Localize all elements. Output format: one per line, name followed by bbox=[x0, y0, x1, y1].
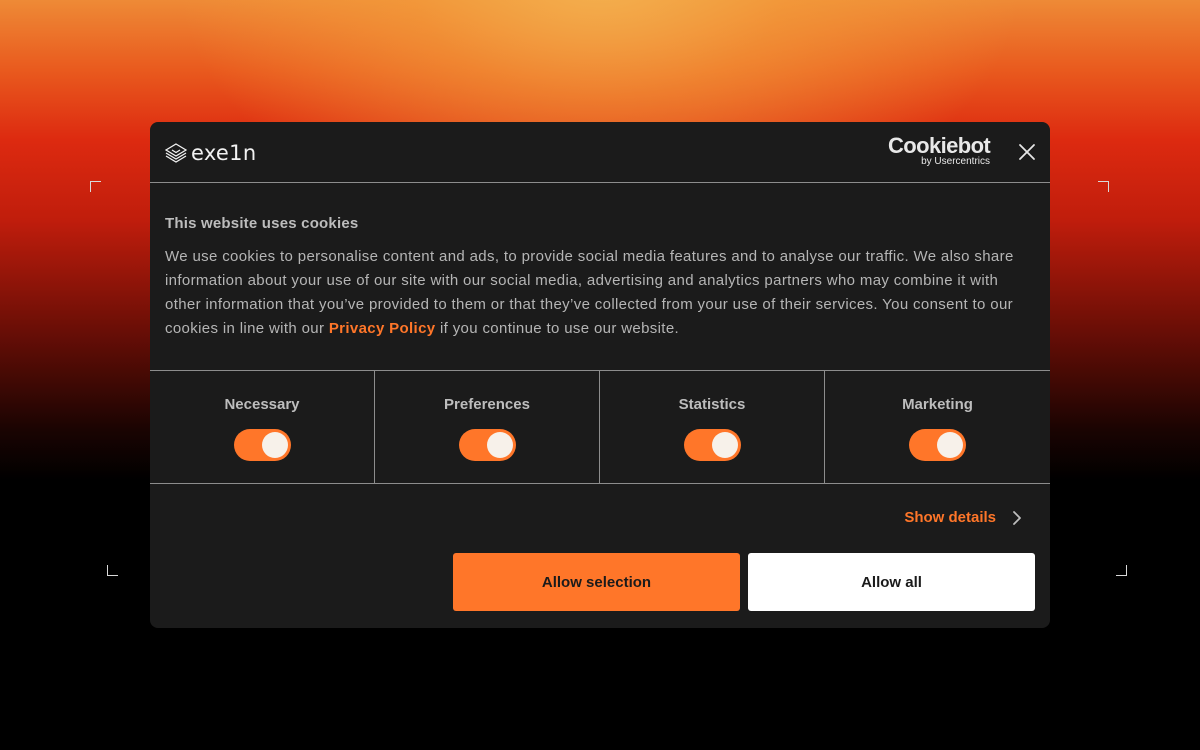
toggle-knob bbox=[262, 432, 288, 458]
category-statistics: Statistics bbox=[600, 371, 825, 483]
category-label: Marketing bbox=[902, 396, 973, 413]
cookie-category-toggles: Necessary Preferences Statistics Marketi… bbox=[150, 371, 1050, 484]
frame-corner-top-right bbox=[1098, 181, 1109, 192]
cookie-consent-dialog: exe1n Cookiebot by Usercentrics This web… bbox=[150, 122, 1050, 628]
category-label: Preferences bbox=[444, 396, 530, 413]
cookiebot-name: Cookiebot bbox=[888, 133, 991, 158]
close-icon bbox=[1019, 144, 1035, 160]
preferences-toggle[interactable] bbox=[459, 429, 516, 461]
frame-corner-bottom-left bbox=[107, 565, 118, 576]
dialog-title: This website uses cookies bbox=[165, 215, 359, 232]
category-preferences: Preferences bbox=[375, 371, 600, 483]
show-details-label: Show details bbox=[904, 509, 996, 526]
show-details-link[interactable]: Show details bbox=[904, 508, 1022, 528]
dialog-header: exe1n Cookiebot by Usercentrics bbox=[150, 122, 1050, 183]
necessary-toggle[interactable] bbox=[234, 429, 291, 461]
brand-logo: exe1n bbox=[165, 141, 256, 165]
close-button[interactable] bbox=[1017, 142, 1037, 162]
category-label: Necessary bbox=[224, 396, 300, 413]
allow-all-button[interactable]: Allow all bbox=[748, 553, 1035, 611]
toggle-knob bbox=[937, 432, 963, 458]
marketing-toggle[interactable] bbox=[909, 429, 966, 461]
chevron-right-icon bbox=[1013, 511, 1021, 525]
dialog-footer: Show details Allow selection Allow all bbox=[150, 484, 1050, 626]
statistics-toggle[interactable] bbox=[684, 429, 741, 461]
dialog-body: This website uses cookies We use cookies… bbox=[150, 183, 1050, 371]
cookiebot-logo[interactable]: Cookiebot by Usercentrics bbox=[888, 133, 991, 167]
cookiebot-byline: by Usercentrics bbox=[921, 156, 990, 167]
category-marketing: Marketing bbox=[825, 371, 1050, 483]
description-text-end: if you continue to use our website. bbox=[435, 320, 680, 337]
frame-corner-bottom-right bbox=[1116, 565, 1127, 576]
category-label: Statistics bbox=[678, 396, 746, 413]
frame-corner-top-left bbox=[90, 181, 101, 192]
toggle-knob bbox=[712, 432, 738, 458]
allow-selection-button[interactable]: Allow selection bbox=[453, 553, 740, 611]
privacy-policy-link[interactable]: Privacy Policy bbox=[329, 320, 436, 337]
brand-logo-text: exe1n bbox=[191, 141, 257, 165]
exein-logo-icon bbox=[165, 143, 187, 163]
dialog-description: We use cookies to personalise content an… bbox=[165, 245, 1035, 341]
category-necessary: Necessary bbox=[150, 371, 375, 483]
toggle-knob bbox=[487, 432, 513, 458]
